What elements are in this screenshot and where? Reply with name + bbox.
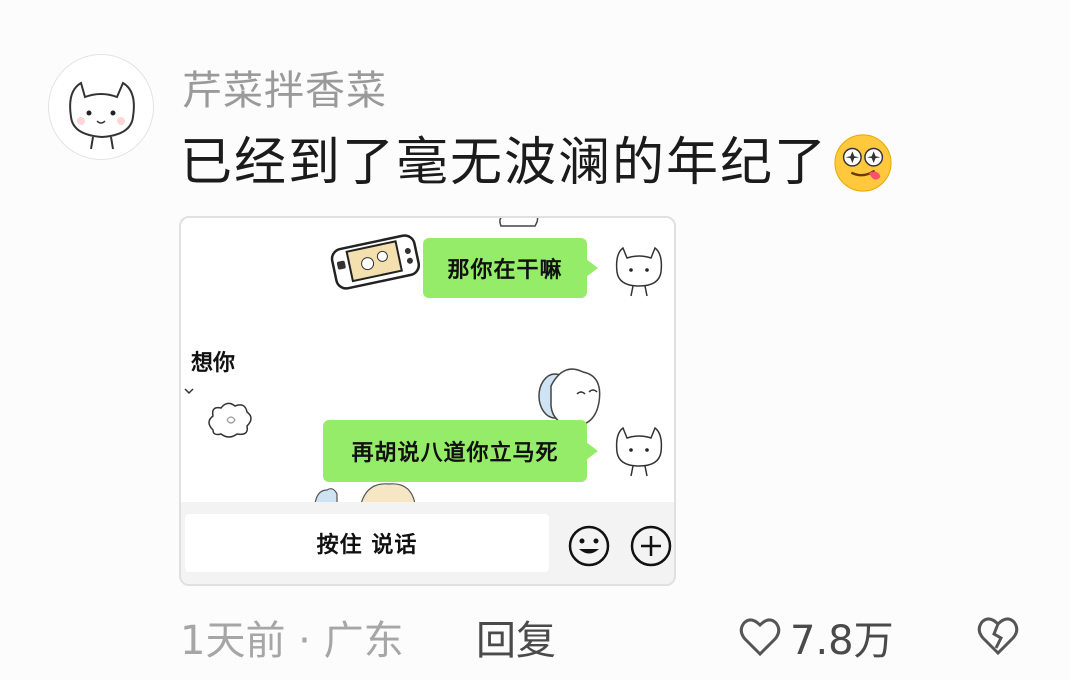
message-bubble-sent[interactable]: 再胡说八道你立马死 xyxy=(323,420,598,482)
time-location: 1天前 · 广东 xyxy=(180,618,404,664)
chat-screenshot-image[interactable]: 那你在干嘛 想你 再胡说八道你立马死 按住 说话 xyxy=(179,216,676,586)
comment-footer: 1天前 · 广东 回复 7.8万 xyxy=(180,608,1070,664)
message-bubble-sent[interactable]: 那你在干嘛 xyxy=(423,238,598,298)
like-button[interactable]: 7.8万 xyxy=(736,608,894,666)
chat-input-bar: 按住 说话 xyxy=(181,502,674,584)
flower-sticker-icon xyxy=(208,402,252,438)
game-console-sticker-icon xyxy=(330,234,421,290)
broken-heart-icon[interactable] xyxy=(974,612,1022,660)
cloud-icon xyxy=(499,218,539,227)
comment-body: 已经到了毫无波澜的年纪了 xyxy=(180,133,829,193)
cat-chat-avatar-icon xyxy=(615,246,663,297)
hold-to-talk-button[interactable]: 按住 说话 xyxy=(185,514,549,572)
heart-outline-icon xyxy=(739,618,781,657)
plus-circle-icon[interactable] xyxy=(629,524,673,568)
avatar[interactable] xyxy=(48,54,154,160)
comment-text: 已经到了毫无波澜的年纪了 xyxy=(180,132,894,194)
like-count: 7.8万 xyxy=(790,618,894,664)
sticker-partial-icon xyxy=(314,483,416,504)
cat-chat-avatar-icon xyxy=(615,426,663,477)
username[interactable]: 芹菜拌香菜 xyxy=(182,58,387,116)
reply-button[interactable]: 回复 xyxy=(476,608,556,666)
starstruck-tongue-emoji-icon xyxy=(834,134,892,192)
smiley-icon[interactable] xyxy=(567,524,611,568)
message-bubble-received[interactable]: 想你 xyxy=(185,336,271,386)
cat-avatar-icon xyxy=(69,81,135,150)
chevron-down-icon xyxy=(184,388,194,395)
